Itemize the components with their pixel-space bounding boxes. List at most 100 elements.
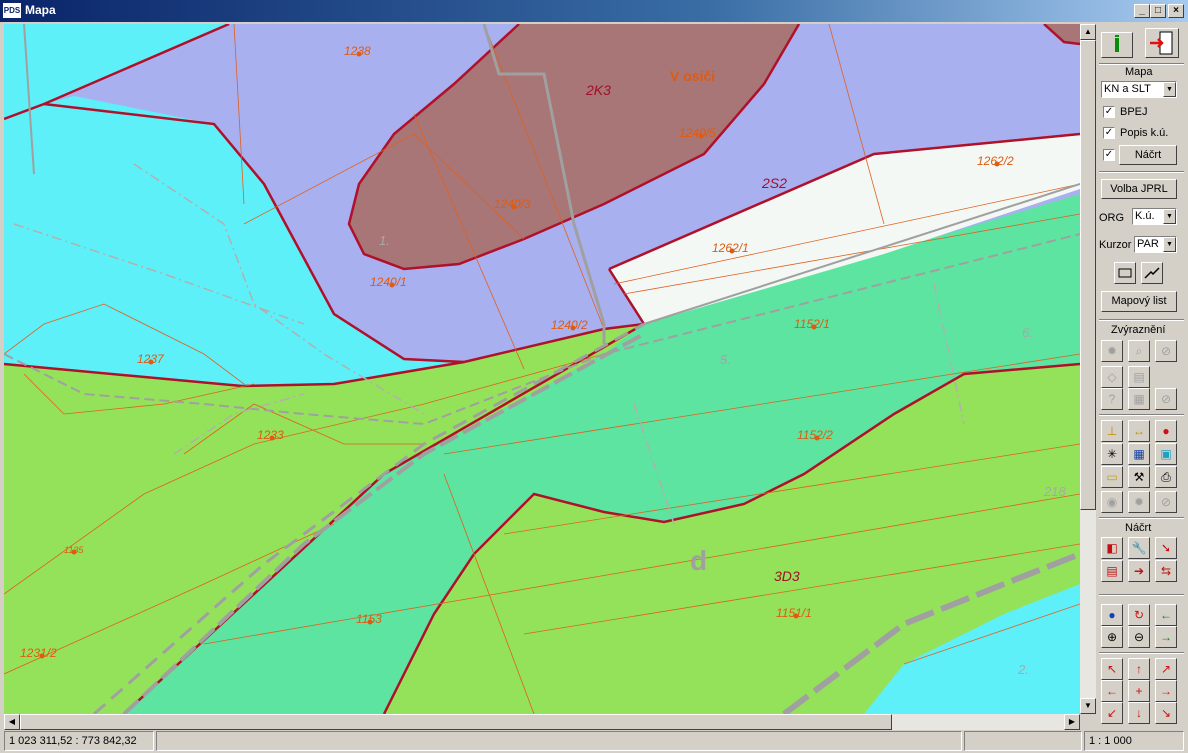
nacrt-checkbox[interactable]: ✓ <box>1103 149 1115 161</box>
highlight-clear-button[interactable]: ⊘ <box>1155 388 1177 410</box>
exit-button[interactable] <box>1145 28 1179 58</box>
document-icon: ▤ <box>1133 370 1145 384</box>
vertical-scroll-thumb[interactable] <box>1080 40 1096 510</box>
chevron-down-icon[interactable]: ▼ <box>1163 237 1176 252</box>
bpej-checkbox[interactable]: ✓ <box>1103 106 1115 118</box>
maximize-button[interactable]: □ <box>1150 4 1166 18</box>
zone-label: 2S2 <box>761 175 787 191</box>
sketch-arrow-button[interactable]: ➘ <box>1155 537 1177 559</box>
parcel-label: 1240/2 <box>551 318 588 332</box>
globe-button[interactable]: ● <box>1101 604 1123 626</box>
close-button[interactable]: × <box>1168 4 1184 18</box>
horizontal-scrollbar[interactable]: ◀ ▶ <box>4 714 1080 730</box>
pan-down-left-button[interactable]: ↙ <box>1101 702 1123 724</box>
kurzor-value: PAR <box>1137 238 1159 250</box>
highlight-query-button[interactable]: ? <box>1101 388 1123 410</box>
sketch-export-button[interactable]: ➔ <box>1128 560 1150 582</box>
arrow-down-icon: ↓ <box>1136 706 1142 720</box>
layer-toggle-button[interactable]: ◉ <box>1101 491 1123 513</box>
export-icon: ➔ <box>1133 564 1145 578</box>
nacrt-button[interactable]: Náčrt <box>1119 145 1177 165</box>
rectangle-icon <box>1118 268 1132 278</box>
palette-icon: ◧ <box>1106 541 1118 555</box>
line-tool-button[interactable] <box>1141 262 1163 284</box>
arrow-right-icon: → <box>1160 684 1172 698</box>
highlight-grid-button[interactable]: ▦ <box>1128 388 1150 410</box>
highlight-settings-button[interactable]: ✹ <box>1101 340 1123 362</box>
wrench-icon: 🔧 <box>1131 541 1147 555</box>
print-button[interactable]: ⎙ <box>1155 466 1177 488</box>
gear-icon: ✹ <box>1106 344 1118 358</box>
highlight-eraser-button[interactable]: ◇ <box>1101 366 1123 388</box>
highlight-cancel-button[interactable]: ⊘ <box>1155 340 1177 362</box>
pan-up-left-button[interactable]: ↖ <box>1101 658 1123 680</box>
minimize-button[interactable]: _ <box>1134 4 1150 18</box>
kurzor-select[interactable]: PAR ▼ <box>1134 236 1177 253</box>
separator <box>1099 171 1184 173</box>
pan-right-button[interactable]: → <box>1155 680 1177 702</box>
image-button[interactable]: ▣ <box>1155 443 1177 465</box>
scroll-left-button[interactable]: ◀ <box>4 714 20 730</box>
volba-jprl-button[interactable]: Volba JPRL <box>1101 179 1177 199</box>
horizontal-scroll-thumb[interactable] <box>20 714 892 730</box>
separator <box>1099 63 1184 65</box>
alarm-button[interactable]: ● <box>1155 420 1177 442</box>
locality-label: V osiči <box>670 68 715 84</box>
scroll-up-button[interactable]: ▲ <box>1080 24 1096 40</box>
table-button[interactable]: ▦ <box>1128 443 1150 465</box>
refresh-button[interactable]: ↻ <box>1128 604 1150 626</box>
sketch-new-button[interactable]: ▤ <box>1101 560 1123 582</box>
pan-left-button[interactable]: ← <box>1101 680 1123 702</box>
swap-icon: ⇆ <box>1160 564 1172 578</box>
ruler-icon: ⊥ <box>1106 424 1118 438</box>
prohibited-icon: ⊘ <box>1160 392 1172 406</box>
highlight-zoom-button[interactable]: ⌕ <box>1128 340 1150 362</box>
pan-down-button[interactable]: ↓ <box>1128 702 1150 724</box>
vertical-scrollbar[interactable]: ▲ ▼ <box>1080 24 1096 714</box>
separator <box>1099 319 1184 321</box>
scroll-right-button[interactable]: ▶ <box>1064 714 1080 730</box>
popis-checkbox[interactable]: ✓ <box>1103 127 1115 139</box>
layer-settings-button[interactable]: ✹ <box>1128 491 1150 513</box>
parcel-label: 1151/1 <box>776 606 812 620</box>
zoom-out-button[interactable]: ⊖ <box>1128 626 1150 648</box>
pan-up-right-button[interactable]: ↗ <box>1155 658 1177 680</box>
sketch-tools-button[interactable]: 🔧 <box>1128 537 1150 559</box>
arrow-down-right-icon: ↘ <box>1160 706 1172 720</box>
center-button[interactable]: + <box>1128 680 1150 702</box>
distance-button[interactable]: ↔ <box>1128 420 1150 442</box>
forward-button[interactable]: → <box>1155 626 1177 648</box>
chevron-down-icon[interactable]: ▼ <box>1163 209 1176 224</box>
rectangle-tool-button[interactable] <box>1114 262 1136 284</box>
map-layer-select[interactable]: KN a SLT ▼ <box>1101 81 1177 98</box>
center-plus-icon: + <box>1135 684 1143 698</box>
layer-cancel-button[interactable]: ⊘ <box>1155 491 1177 513</box>
scroll-down-button[interactable]: ▼ <box>1080 698 1096 714</box>
tools-button[interactable]: ⚒ <box>1128 466 1150 488</box>
distance-icon: ↔ <box>1133 424 1145 438</box>
highlight-list-button[interactable]: ▤ <box>1128 366 1150 388</box>
cross-button[interactable]: ✳ <box>1101 443 1123 465</box>
zoom-out-icon: ⊖ <box>1133 630 1145 644</box>
org-select[interactable]: K.ú. ▼ <box>1132 208 1177 225</box>
arrow-up-icon: ↑ <box>1136 662 1142 676</box>
separator <box>1099 594 1184 596</box>
mapovy-list-button[interactable]: Mapový list <box>1101 291 1177 312</box>
pan-up-button[interactable]: ↑ <box>1128 658 1150 680</box>
separator <box>1099 414 1184 416</box>
pan-down-right-button[interactable]: ↘ <box>1155 702 1177 724</box>
back-button[interactable]: ← <box>1155 604 1177 626</box>
grey-label: 6. <box>1022 325 1033 340</box>
map-canvas[interactable]: 1238 1240/5 1240/3 1240/1 1240/2 1262/2 … <box>4 24 1080 714</box>
prohibited-icon: ⊘ <box>1160 344 1172 358</box>
chevron-down-icon[interactable]: ▼ <box>1163 82 1176 97</box>
crosshair-icon: ✳ <box>1106 447 1118 461</box>
zoom-in-button[interactable]: ⊕ <box>1101 626 1123 648</box>
sketch-layers-button[interactable]: ◧ <box>1101 537 1123 559</box>
info-button[interactable] <box>1101 32 1133 58</box>
query-icon: ? <box>1108 392 1116 406</box>
sketch-swap-button[interactable]: ⇆ <box>1155 560 1177 582</box>
open-folder-button[interactable]: ▭ <box>1101 466 1123 488</box>
measure-button[interactable]: ⊥ <box>1101 420 1123 442</box>
zone-label-large: d <box>690 545 707 576</box>
